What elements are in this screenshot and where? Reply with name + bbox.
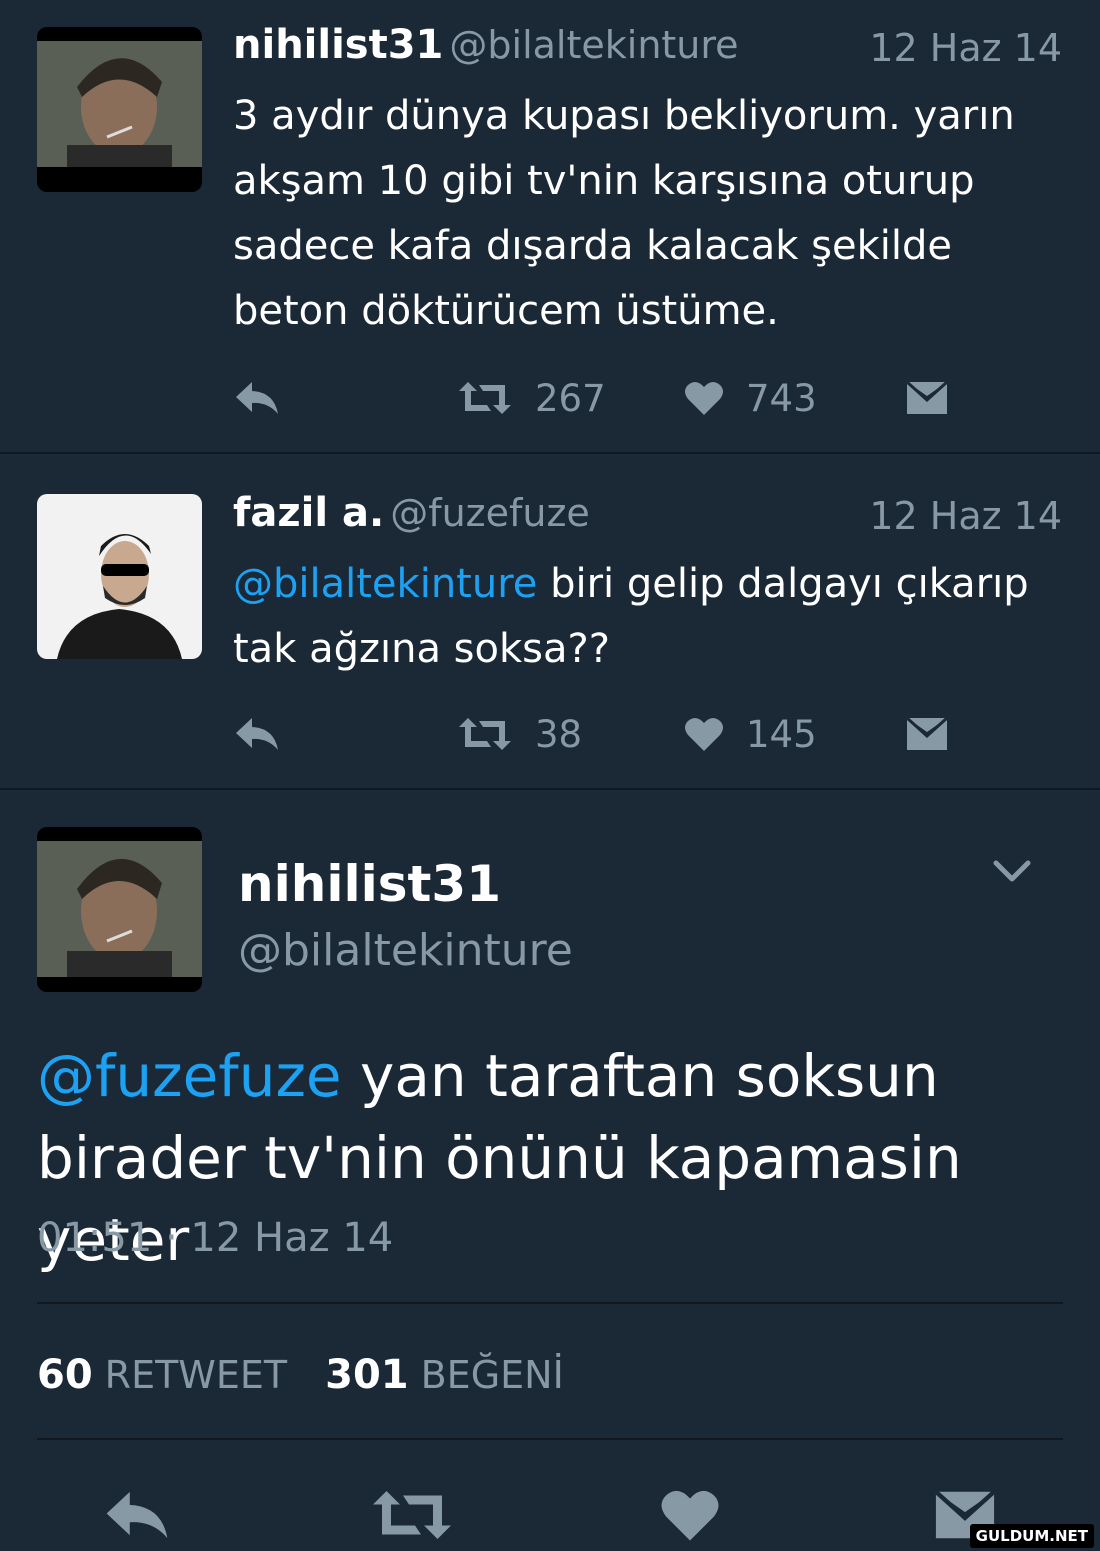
retweet-button[interactable] <box>370 1480 454 1550</box>
tweet-text: @bilaltekinture biri gelip dalgayı çıkar… <box>233 552 1073 682</box>
watermark: GULDUM.NET <box>969 1524 1094 1548</box>
tweet-2[interactable]: fazil a. @fuzefuze 12 Haz 14 @bilaltekint… <box>0 454 1100 788</box>
retweet-icon <box>459 382 511 414</box>
display-name[interactable]: nihilist31 <box>233 22 443 68</box>
focused-avatar[interactable] <box>37 827 202 992</box>
mention-link[interactable]: @fuzefuze <box>37 1042 342 1110</box>
tweet-timestamp[interactable]: 01:51 · 12 Haz 14 <box>37 1215 393 1261</box>
heart-icon <box>661 1490 719 1541</box>
retweet-count: 38 <box>535 712 583 756</box>
divider <box>0 788 1100 790</box>
reply-icon <box>236 382 278 414</box>
chevron-down-icon <box>993 860 1031 882</box>
retweet-label[interactable]: RETWEET <box>105 1353 287 1397</box>
like-button[interactable] <box>660 1480 720 1550</box>
retweet-button[interactable]: 267 <box>457 368 606 428</box>
avatar[interactable] <box>37 494 202 659</box>
like-label[interactable]: BEĞENİ <box>421 1353 564 1397</box>
retweet-button[interactable]: 38 <box>457 704 582 764</box>
heart-icon <box>685 717 723 751</box>
mention-link[interactable]: @bilaltekinture <box>233 561 537 607</box>
reply-icon <box>106 1491 168 1539</box>
like-count: 145 <box>746 712 817 756</box>
reply-button[interactable] <box>103 1480 171 1550</box>
retweet-total[interactable]: 60 <box>37 1352 93 1398</box>
focused-actions <box>0 1480 1100 1550</box>
like-total[interactable]: 301 <box>325 1352 409 1398</box>
tweet-text: 3 aydır dünya kupası bekliyorum. yarın a… <box>233 93 1015 334</box>
focused-handle[interactable]: @bilaltekinture <box>238 925 573 976</box>
display-name[interactable]: fazil a. <box>233 490 384 536</box>
like-count: 743 <box>746 376 817 420</box>
divider <box>37 1438 1063 1440</box>
tweet-1[interactable]: nihilist31 @bilaltekinture 12 Haz 14 3 ay… <box>0 0 1100 452</box>
tweet-actions: 267 743 <box>0 368 1100 428</box>
author-handle[interactable]: @bilaltekinture <box>449 23 738 67</box>
tweet-stats: 60 RETWEET 301 BEĞENİ <box>37 1352 602 1398</box>
retweet-icon <box>373 1491 451 1539</box>
retweet-count: 267 <box>535 376 606 420</box>
message-button[interactable] <box>905 704 949 764</box>
focused-display-name[interactable]: nihilist31 <box>238 855 501 913</box>
author-handle[interactable]: @fuzefuze <box>390 491 590 535</box>
reply-button[interactable] <box>234 704 280 764</box>
reply-button[interactable] <box>234 368 280 428</box>
author-name[interactable]: fazil a. @fuzefuze <box>233 490 590 536</box>
author-name[interactable]: nihilist31 @bilaltekinture <box>233 22 739 68</box>
like-button[interactable]: 743 <box>684 368 817 428</box>
divider <box>37 1302 1063 1304</box>
like-button[interactable]: 145 <box>684 704 817 764</box>
tweet-date: 12 Haz 14 <box>869 26 1062 70</box>
reply-icon <box>236 718 278 750</box>
heart-icon <box>685 381 723 415</box>
message-button[interactable] <box>905 368 949 428</box>
tweet-actions: 38 145 <box>0 704 1100 764</box>
avatar[interactable] <box>37 27 202 192</box>
tweet-date: 12 Haz 14 <box>869 494 1062 538</box>
retweet-icon <box>459 718 511 750</box>
envelope-icon <box>905 716 949 750</box>
envelope-icon <box>905 380 949 414</box>
tweet-menu-button[interactable] <box>990 855 1034 891</box>
